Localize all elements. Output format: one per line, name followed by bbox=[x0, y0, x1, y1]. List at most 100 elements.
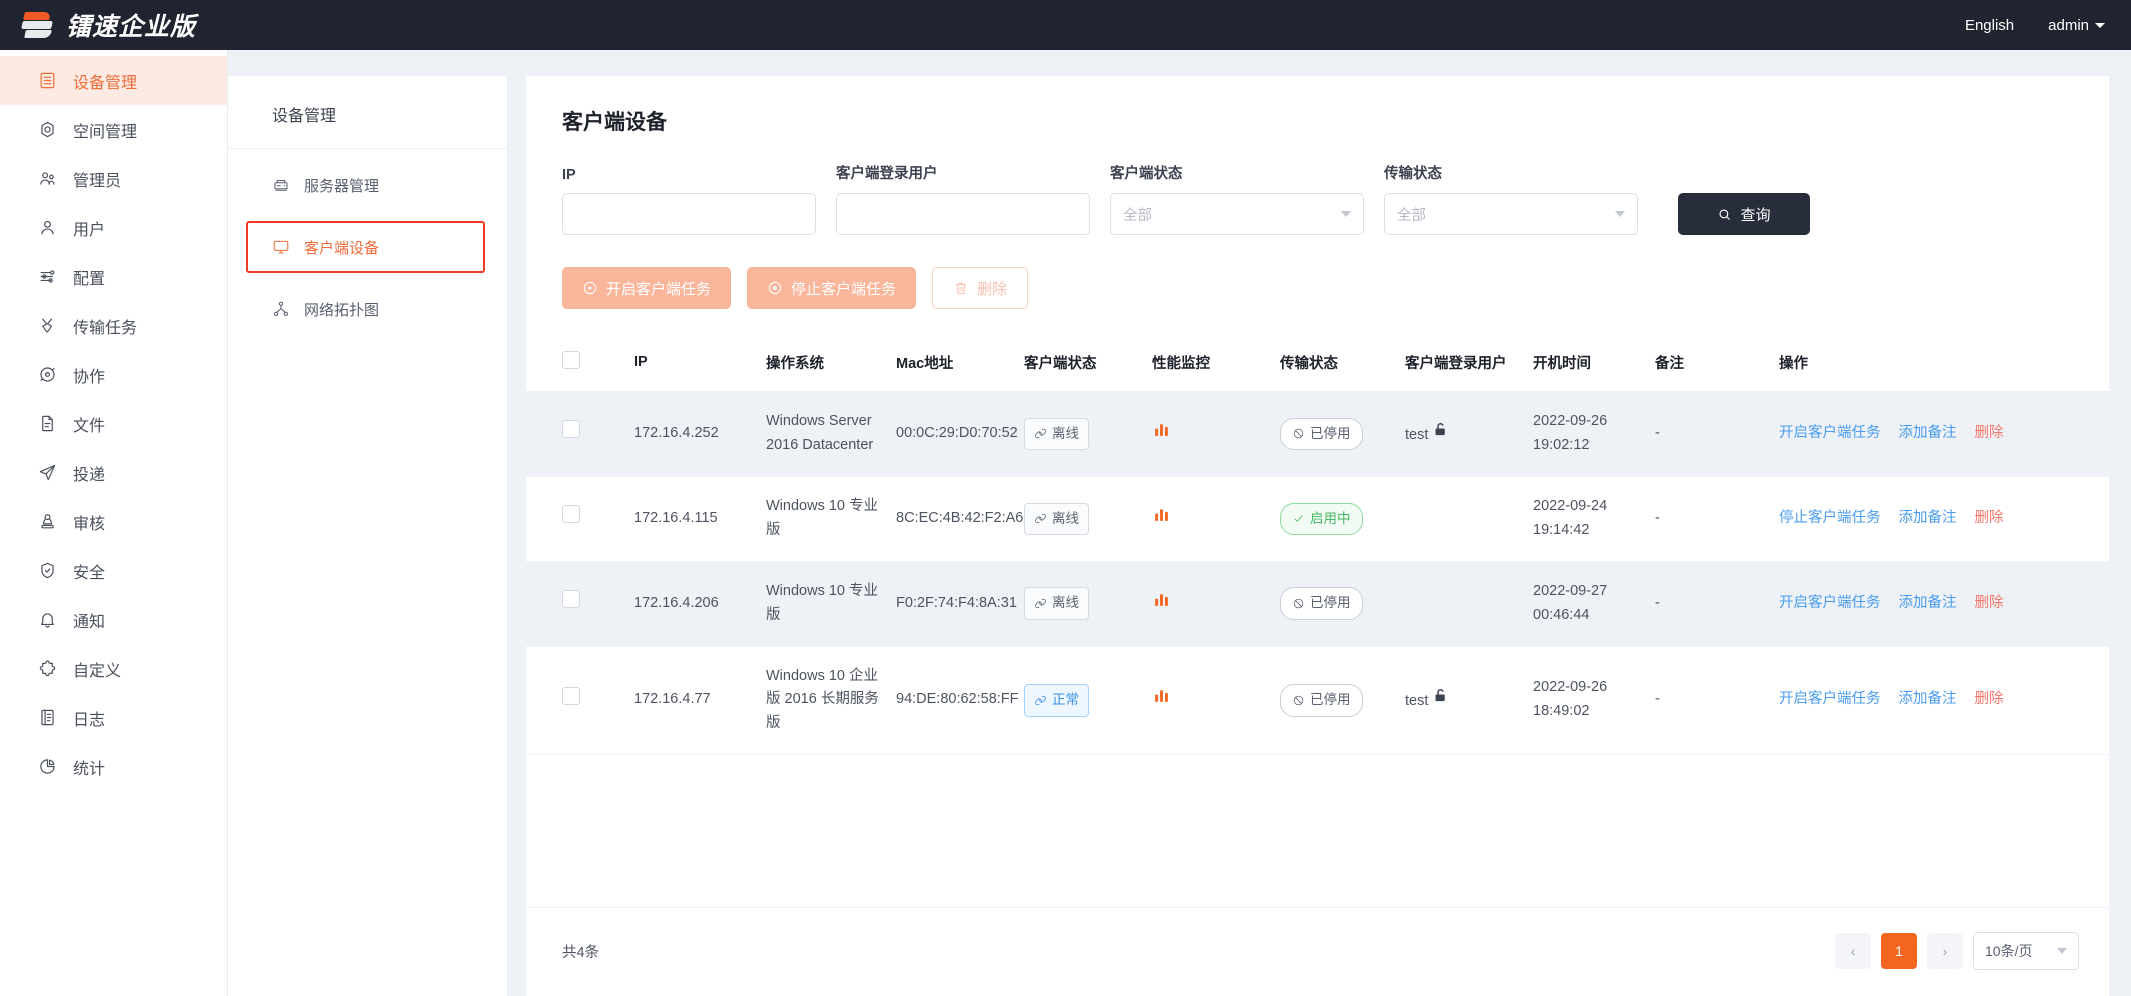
row-op-0[interactable]: 开启客户端任务 bbox=[1779, 595, 1881, 611]
row-op-0[interactable]: 停止客户端任务 bbox=[1779, 510, 1881, 526]
sidebar-item-12[interactable]: 自定义 bbox=[0, 644, 227, 693]
cell-operations: 停止客户端任务 添加备注 删除 bbox=[1771, 476, 2109, 562]
sidebar-item-6[interactable]: 协作 bbox=[0, 350, 227, 399]
sidebar-item-13[interactable]: 日志 bbox=[0, 693, 227, 742]
subnav-item-2[interactable]: 网络拓扑图 bbox=[228, 283, 507, 335]
filter-select-3[interactable]: 全部 bbox=[1384, 193, 1638, 235]
table-row: 172.16.4.206 Windows 10 专业版 F0:2F:74:F4:8A… bbox=[526, 561, 2109, 647]
transfer-status-pill: 已停用 bbox=[1280, 417, 1363, 451]
column-header-9: 操作 bbox=[1771, 337, 2109, 392]
stamp-icon bbox=[38, 512, 57, 531]
admins-icon bbox=[38, 169, 57, 188]
query-button[interactable]: 查询 bbox=[1678, 193, 1810, 235]
action-button-label: 开启客户端任务 bbox=[606, 280, 712, 298]
sidebar-item-0[interactable]: 设备管理 bbox=[0, 56, 227, 105]
sidebar-item-11[interactable]: 通知 bbox=[0, 595, 227, 644]
row-op-2[interactable]: 删除 bbox=[1975, 425, 2004, 441]
sidebar-item-4[interactable]: 配置 bbox=[0, 252, 227, 301]
pagination-prev[interactable]: ‹ bbox=[1835, 933, 1871, 969]
unlock-icon[interactable] bbox=[1432, 422, 1449, 443]
client-status-label: 正常 bbox=[1052, 692, 1079, 708]
row-op-2[interactable]: 删除 bbox=[1975, 691, 2004, 707]
client-status-tag: 离线 bbox=[1024, 417, 1089, 451]
row-op-1[interactable]: 添加备注 bbox=[1899, 691, 1957, 707]
cell-performance bbox=[1144, 476, 1272, 562]
stop-circle-icon bbox=[768, 281, 782, 295]
pagination-page-1[interactable]: 1 bbox=[1881, 933, 1917, 969]
sidebar-item-label: 安全 bbox=[73, 564, 106, 582]
cell-mac: 8C:EC:4B:42:F2:A6 bbox=[888, 476, 1023, 562]
filter-input-0[interactable] bbox=[562, 193, 816, 235]
action-button-0[interactable]: 开启客户端任务 bbox=[562, 267, 732, 309]
sidebar-item-2[interactable]: 管理员 bbox=[0, 154, 227, 203]
bar-chart-icon[interactable] bbox=[1152, 686, 1171, 714]
table-body: 172.16.4.252 Windows Server 2016 Datacent… bbox=[526, 391, 2109, 756]
subnav-item-1[interactable]: 客户端设备 bbox=[246, 221, 485, 273]
topology-icon bbox=[272, 300, 290, 318]
cell-performance bbox=[1144, 646, 1272, 756]
row-op-2[interactable]: 删除 bbox=[1975, 595, 2004, 611]
row-checkbox[interactable] bbox=[562, 420, 580, 439]
cell-ip: 172.16.4.115 bbox=[626, 476, 758, 562]
cell-mac: F0:2F:74:F4:8A:31 bbox=[888, 561, 1017, 647]
collaborate-icon bbox=[38, 365, 57, 384]
row-op-1[interactable]: 添加备注 bbox=[1899, 425, 1957, 441]
cell-remark: - bbox=[1647, 391, 1771, 477]
subnav-item-0[interactable]: 服务器管理 bbox=[228, 159, 507, 211]
row-op-0[interactable]: 开启客户端任务 bbox=[1779, 691, 1881, 707]
sidebar-item-14[interactable]: 统计 bbox=[0, 742, 227, 791]
column-header-6: 客户端登录用户 bbox=[1397, 337, 1525, 392]
bar-chart-icon[interactable] bbox=[1152, 420, 1171, 448]
sidebar-item-10[interactable]: 安全 bbox=[0, 546, 227, 595]
select-all-checkbox[interactable] bbox=[562, 351, 580, 369]
row-op-2[interactable]: 删除 bbox=[1975, 510, 2004, 526]
sidebar-item-label: 用户 bbox=[73, 221, 106, 239]
row-checkbox[interactable] bbox=[562, 505, 580, 524]
sidebar-item-5[interactable]: 传输任务 bbox=[0, 301, 227, 350]
sidebar-item-8[interactable]: 投递 bbox=[0, 448, 227, 497]
unlock-icon[interactable] bbox=[1432, 689, 1449, 709]
bar-chart-icon[interactable] bbox=[1152, 505, 1171, 533]
column-header-4: 性能监控 bbox=[1144, 337, 1272, 392]
sidebar-item-label: 审核 bbox=[73, 515, 106, 533]
row-checkbox[interactable] bbox=[562, 590, 580, 609]
sidebar-item-9[interactable]: 审核 bbox=[0, 497, 227, 546]
cell-boot-time: 2022-09-27 00:46:44 bbox=[1525, 561, 1647, 647]
action-toolbar: 开启客户端任务 停止客户端任务 删除 bbox=[526, 235, 2109, 309]
sidebar-item-3[interactable]: 用户 bbox=[0, 203, 227, 252]
plug-icon bbox=[1035, 429, 1046, 439]
row-op-1[interactable]: 添加备注 bbox=[1899, 510, 1957, 526]
cell-operations: 开启客户端任务 添加备注 删除 bbox=[1771, 391, 2109, 477]
bar-chart-icon[interactable] bbox=[1152, 590, 1171, 618]
language-switch[interactable]: English bbox=[1965, 17, 2014, 34]
filter-select-2[interactable]: 全部 bbox=[1110, 193, 1364, 235]
client-device-table: IP 操作系统 Mac地址 客户端状态 性能监控 传输状态 客户端登录用户 开机时间 备注 操作 … bbox=[526, 337, 2109, 756]
row-op-1[interactable]: 添加备注 bbox=[1899, 595, 1957, 611]
cell-transfer-status: 启用中 bbox=[1272, 476, 1397, 562]
app-logo[interactable]: 镭速企业版 bbox=[21, 7, 196, 43]
filter-bar: IP 客户端登录用户 客户端状态 全部 传输状态 全部 查询 bbox=[526, 136, 2109, 235]
page-size-select[interactable]: 10条/页 bbox=[1973, 932, 2079, 970]
action-button-1[interactable]: 停止客户端任务 bbox=[747, 267, 917, 309]
row-checkbox[interactable] bbox=[562, 686, 580, 705]
filter-label-1: 客户端登录用户 bbox=[836, 166, 938, 182]
row-op-0[interactable]: 开启客户端任务 bbox=[1779, 425, 1881, 441]
user-menu[interactable]: admin bbox=[2048, 17, 2105, 34]
filter-group-1: 客户端登录用户 bbox=[836, 162, 1090, 235]
plug-icon bbox=[1035, 514, 1046, 524]
sidebar-item-1[interactable]: 空间管理 bbox=[0, 105, 227, 154]
filter-input-1[interactable] bbox=[836, 193, 1090, 235]
bell-icon bbox=[38, 610, 57, 629]
app-shell: 设备管理 空间管理 管理员 用户 配置 传输任务 协作 文件 投递 审核 安全 通知 自定义 日志 统计 设… bbox=[0, 50, 2131, 996]
filter-group-3: 传输状态 全部 bbox=[1384, 162, 1638, 235]
secondary-sidebar: 设备管理 服务器管理 客户端设备 网络拓扑图 bbox=[228, 76, 508, 996]
content-card: 客户端设备 IP 客户端登录用户 客户端状态 全部 传输状态 全部 查询 开启客户端任务 停止… bbox=[526, 76, 2109, 996]
subnav-item-label: 网络拓扑图 bbox=[304, 301, 380, 319]
client-status-tag: 离线 bbox=[1024, 502, 1089, 535]
file-icon bbox=[38, 414, 57, 433]
select-all-header bbox=[526, 337, 626, 392]
action-button-2[interactable]: 删除 bbox=[932, 267, 1029, 309]
search-icon bbox=[1719, 208, 1731, 220]
sidebar-item-7[interactable]: 文件 bbox=[0, 399, 227, 448]
pagination-next[interactable]: › bbox=[1927, 933, 1963, 969]
